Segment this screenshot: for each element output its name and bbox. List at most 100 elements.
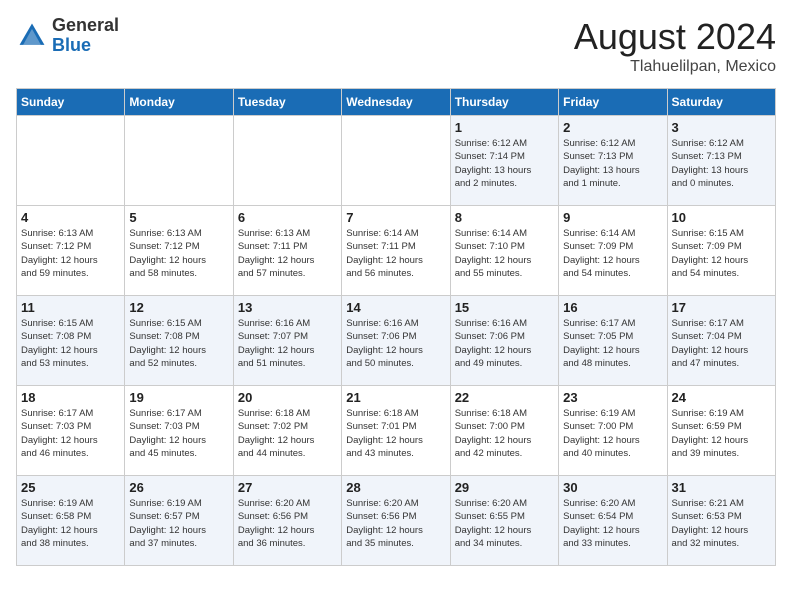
month-year: August 2024: [574, 16, 776, 58]
day-number: 4: [21, 210, 120, 225]
day-info: Sunrise: 6:21 AM Sunset: 6:53 PM Dayligh…: [672, 497, 771, 550]
day-cell-30: 30 Sunrise: 6:20 AM Sunset: 6:54 PM Dayli…: [559, 476, 667, 566]
day-info: Sunrise: 6:20 AM Sunset: 6:56 PM Dayligh…: [238, 497, 337, 550]
day-info: Sunrise: 6:18 AM Sunset: 7:02 PM Dayligh…: [238, 407, 337, 460]
day-cell-3: 3Sunrise: 6:12 AM Sunset: 7:13 PM Daylig…: [667, 116, 775, 206]
day-number: 15: [455, 300, 554, 315]
day-cell-17: 17 Sunrise: 6:17 AM Sunset: 7:04 PM Dayli…: [667, 296, 775, 386]
day-info: Sunrise: 6:19 AM Sunset: 6:59 PM Dayligh…: [672, 407, 771, 460]
day-info: Sunrise: 6:12 AM Sunset: 7:14 PM Dayligh…: [455, 137, 554, 190]
day-cell-21: 21 Sunrise: 6:18 AM Sunset: 7:01 PM Dayli…: [342, 386, 450, 476]
day-number: 23: [563, 390, 662, 405]
day-cell-12: 12Sunrise: 6:15 AM Sunset: 7:08 PM Dayli…: [125, 296, 233, 386]
day-info: Sunrise: 6:19 AM Sunset: 6:57 PM Dayligh…: [129, 497, 228, 550]
day-cell-2: 2 Sunrise: 6:12 AM Sunset: 7:13 PM Daylig…: [559, 116, 667, 206]
day-cell-6: 6 Sunrise: 6:13 AM Sunset: 7:11 PM Daylig…: [233, 206, 341, 296]
day-number: 5: [129, 210, 228, 225]
column-header-monday: Monday: [125, 89, 233, 116]
day-cell-13: 13 Sunrise: 6:16 AM Sunset: 7:07 PM Dayli…: [233, 296, 341, 386]
day-number: 14: [346, 300, 445, 315]
day-info: Sunrise: 6:19 AM Sunset: 6:58 PM Dayligh…: [21, 497, 120, 550]
day-info: Sunrise: 6:12 AM Sunset: 7:13 PM Dayligh…: [672, 137, 771, 190]
day-info: Sunrise: 6:16 AM Sunset: 7:06 PM Dayligh…: [455, 317, 554, 370]
day-info: Sunrise: 6:12 AM Sunset: 7:13 PM Dayligh…: [563, 137, 662, 190]
day-number: 7: [346, 210, 445, 225]
empty-cell: [233, 116, 341, 206]
calendar-table: SundayMondayTuesdayWednesdayThursdayFrid…: [16, 88, 776, 566]
day-number: 16: [563, 300, 662, 315]
day-number: 6: [238, 210, 337, 225]
day-cell-18: 18 Sunrise: 6:17 AM Sunset: 7:03 PM Dayli…: [17, 386, 125, 476]
day-info: Sunrise: 6:14 AM Sunset: 7:10 PM Dayligh…: [455, 227, 554, 280]
day-cell-7: 7 Sunrise: 6:14 AM Sunset: 7:11 PM Daylig…: [342, 206, 450, 296]
empty-cell: [342, 116, 450, 206]
column-header-saturday: Saturday: [667, 89, 775, 116]
day-cell-4: 4 Sunrise: 6:13 AM Sunset: 7:12 PM Daylig…: [17, 206, 125, 296]
day-info: Sunrise: 6:14 AM Sunset: 7:11 PM Dayligh…: [346, 227, 445, 280]
day-info: Sunrise: 6:17 AM Sunset: 7:04 PM Dayligh…: [672, 317, 771, 370]
day-cell-27: 27 Sunrise: 6:20 AM Sunset: 6:56 PM Dayli…: [233, 476, 341, 566]
day-info: Sunrise: 6:18 AM Sunset: 7:00 PM Dayligh…: [455, 407, 554, 460]
week-row-1: 1 Sunrise: 6:12 AM Sunset: 7:14 PM Daylig…: [17, 116, 776, 206]
day-number: 21: [346, 390, 445, 405]
day-cell-10: 10Sunrise: 6:15 AM Sunset: 7:09 PM Dayli…: [667, 206, 775, 296]
day-cell-14: 14 Sunrise: 6:16 AM Sunset: 7:06 PM Dayli…: [342, 296, 450, 386]
day-number: 28: [346, 480, 445, 495]
day-number: 29: [455, 480, 554, 495]
day-cell-28: 28 Sunrise: 6:20 AM Sunset: 6:56 PM Dayli…: [342, 476, 450, 566]
day-number: 19: [129, 390, 228, 405]
day-info: Sunrise: 6:13 AM Sunset: 7:12 PM Dayligh…: [21, 227, 120, 280]
day-info: Sunrise: 6:20 AM Sunset: 6:55 PM Dayligh…: [455, 497, 554, 550]
header-row: SundayMondayTuesdayWednesdayThursdayFrid…: [17, 89, 776, 116]
day-number: 12: [129, 300, 228, 315]
day-cell-26: 26Sunrise: 6:19 AM Sunset: 6:57 PM Dayli…: [125, 476, 233, 566]
day-number: 11: [21, 300, 120, 315]
day-info: Sunrise: 6:16 AM Sunset: 7:06 PM Dayligh…: [346, 317, 445, 370]
logo-icon: [16, 20, 48, 52]
day-number: 2: [563, 120, 662, 135]
day-cell-19: 19 Sunrise: 6:17 AM Sunset: 7:03 PM Dayli…: [125, 386, 233, 476]
day-info: Sunrise: 6:18 AM Sunset: 7:01 PM Dayligh…: [346, 407, 445, 460]
day-info: Sunrise: 6:17 AM Sunset: 7:03 PM Dayligh…: [129, 407, 228, 460]
day-cell-25: 25Sunrise: 6:19 AM Sunset: 6:58 PM Dayli…: [17, 476, 125, 566]
day-info: Sunrise: 6:14 AM Sunset: 7:09 PM Dayligh…: [563, 227, 662, 280]
day-cell-31: 31 Sunrise: 6:21 AM Sunset: 6:53 PM Dayli…: [667, 476, 775, 566]
day-cell-20: 20Sunrise: 6:18 AM Sunset: 7:02 PM Dayli…: [233, 386, 341, 476]
logo-text: General Blue: [52, 16, 119, 56]
day-number: 24: [672, 390, 771, 405]
day-number: 13: [238, 300, 337, 315]
day-number: 27: [238, 480, 337, 495]
page-header: General Blue August 2024 Tlahuelilpan, M…: [16, 16, 776, 76]
day-cell-11: 11 Sunrise: 6:15 AM Sunset: 7:08 PM Dayli…: [17, 296, 125, 386]
location: Tlahuelilpan, Mexico: [574, 58, 776, 76]
day-cell-1: 1 Sunrise: 6:12 AM Sunset: 7:14 PM Daylig…: [450, 116, 558, 206]
day-number: 30: [563, 480, 662, 495]
day-cell-16: 16 Sunrise: 6:17 AM Sunset: 7:05 PM Dayli…: [559, 296, 667, 386]
week-row-4: 18 Sunrise: 6:17 AM Sunset: 7:03 PM Dayli…: [17, 386, 776, 476]
day-number: 1: [455, 120, 554, 135]
day-cell-15: 15 Sunrise: 6:16 AM Sunset: 7:06 PM Dayli…: [450, 296, 558, 386]
day-info: Sunrise: 6:19 AM Sunset: 7:00 PM Dayligh…: [563, 407, 662, 460]
day-info: Sunrise: 6:16 AM Sunset: 7:07 PM Dayligh…: [238, 317, 337, 370]
day-number: 31: [672, 480, 771, 495]
day-cell-22: 22Sunrise: 6:18 AM Sunset: 7:00 PM Dayli…: [450, 386, 558, 476]
column-header-sunday: Sunday: [17, 89, 125, 116]
day-info: Sunrise: 6:20 AM Sunset: 6:56 PM Dayligh…: [346, 497, 445, 550]
empty-cell: [125, 116, 233, 206]
week-row-3: 11 Sunrise: 6:15 AM Sunset: 7:08 PM Dayli…: [17, 296, 776, 386]
day-cell-8: 8 Sunrise: 6:14 AM Sunset: 7:10 PM Daylig…: [450, 206, 558, 296]
day-cell-24: 24 Sunrise: 6:19 AM Sunset: 6:59 PM Dayli…: [667, 386, 775, 476]
day-info: Sunrise: 6:17 AM Sunset: 7:05 PM Dayligh…: [563, 317, 662, 370]
day-number: 10: [672, 210, 771, 225]
week-row-5: 25Sunrise: 6:19 AM Sunset: 6:58 PM Dayli…: [17, 476, 776, 566]
day-number: 9: [563, 210, 662, 225]
column-header-thursday: Thursday: [450, 89, 558, 116]
day-number: 18: [21, 390, 120, 405]
day-number: 17: [672, 300, 771, 315]
column-header-friday: Friday: [559, 89, 667, 116]
day-info: Sunrise: 6:13 AM Sunset: 7:11 PM Dayligh…: [238, 227, 337, 280]
day-info: Sunrise: 6:17 AM Sunset: 7:03 PM Dayligh…: [21, 407, 120, 460]
day-number: 8: [455, 210, 554, 225]
day-info: Sunrise: 6:20 AM Sunset: 6:54 PM Dayligh…: [563, 497, 662, 550]
day-info: Sunrise: 6:15 AM Sunset: 7:08 PM Dayligh…: [21, 317, 120, 370]
